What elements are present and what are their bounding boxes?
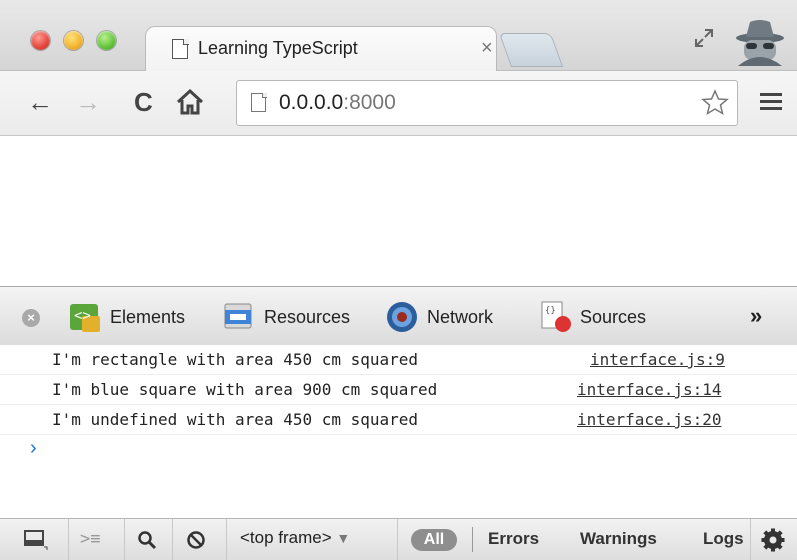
filter-logs[interactable]: Logs bbox=[703, 529, 745, 549]
console-panel[interactable]: I'm rectangle with area 450 cm squared i… bbox=[0, 345, 797, 517]
tab-network[interactable]: Network bbox=[385, 299, 493, 335]
console-message: I'm blue square with area 900 cm squared… bbox=[0, 375, 797, 405]
page-icon bbox=[251, 92, 267, 112]
devtools-statusbar: >≡ <top frame> ▼ All Errors Warnings Log… bbox=[0, 518, 797, 560]
reload-icon[interactable]: C bbox=[134, 89, 153, 115]
address-bar[interactable]: 0.0.0.0:8000 bbox=[236, 80, 738, 126]
filter-errors[interactable]: Errors bbox=[488, 529, 539, 549]
back-icon[interactable]: ← bbox=[27, 89, 53, 115]
tab-label: Elements bbox=[110, 306, 186, 327]
window-titlebar: Learning TypeScript × bbox=[0, 0, 797, 73]
tab-elements[interactable]: <> Elements bbox=[68, 299, 185, 335]
page-content bbox=[0, 136, 797, 285]
source-link[interactable]: interface.js:20 bbox=[577, 410, 722, 429]
source-link[interactable]: interface.js:9 bbox=[590, 350, 725, 369]
frame-selector[interactable]: <top frame> ▼ bbox=[240, 528, 350, 548]
tab-resources[interactable]: Resources bbox=[222, 299, 350, 335]
settings-gear-icon[interactable] bbox=[760, 528, 786, 552]
elements-icon: <> bbox=[70, 304, 100, 332]
console-message-text: I'm rectangle with area 450 cm squared bbox=[52, 350, 419, 369]
minimize-window-button[interactable] bbox=[64, 31, 83, 50]
source-link[interactable]: interface.js:14 bbox=[577, 380, 722, 399]
tab-label: Network bbox=[427, 306, 494, 327]
search-icon[interactable] bbox=[137, 530, 157, 550]
console-message: I'm rectangle with area 450 cm squared i… bbox=[0, 345, 797, 375]
console-prompt[interactable]: › bbox=[30, 437, 37, 460]
tab-title: Learning TypeScript bbox=[198, 38, 358, 58]
new-tab-button[interactable] bbox=[498, 33, 564, 67]
more-tabs-button[interactable]: » bbox=[750, 303, 762, 329]
console-message-text: I'm blue square with area 900 cm squared bbox=[52, 380, 438, 399]
svg-text:{}: {} bbox=[545, 306, 556, 316]
browser-tab[interactable]: Learning TypeScript × bbox=[145, 26, 497, 73]
dock-icon[interactable] bbox=[24, 530, 48, 550]
page-icon bbox=[172, 39, 188, 59]
clear-console-icon[interactable] bbox=[186, 530, 206, 550]
url-text[interactable]: 0.0.0.0:8000 bbox=[279, 91, 396, 115]
svg-text:<>: <> bbox=[74, 308, 91, 324]
console-message-text: I'm undefined with area 450 cm squared bbox=[52, 410, 419, 429]
home-icon[interactable] bbox=[176, 89, 204, 115]
resources-icon bbox=[224, 303, 252, 329]
devtools-close-button[interactable]: × bbox=[22, 309, 40, 327]
fullscreen-icon[interactable] bbox=[694, 28, 714, 48]
devtools-toolbar: × <> Elements Resources Network {} Sourc… bbox=[0, 286, 797, 346]
console-message: I'm undefined with area 450 cm squared i… bbox=[0, 405, 797, 435]
close-window-button[interactable] bbox=[31, 31, 50, 50]
incognito-icon bbox=[736, 20, 784, 66]
bookmark-star-icon[interactable] bbox=[700, 88, 730, 118]
tab-close-button[interactable]: × bbox=[481, 37, 493, 60]
forward-icon[interactable]: → bbox=[75, 89, 101, 115]
chevron-down-icon: ▼ bbox=[336, 530, 351, 546]
tab-sources[interactable]: {} Sources bbox=[538, 299, 646, 335]
browser-toolbar: ← → C 0.0.0.0:8000 bbox=[0, 71, 797, 136]
console-drawer-icon[interactable]: >≡ bbox=[80, 529, 100, 549]
tab-label: Sources bbox=[580, 306, 647, 327]
sources-icon: {} bbox=[541, 301, 571, 332]
menu-icon[interactable] bbox=[760, 93, 782, 111]
filter-all[interactable]: All bbox=[411, 529, 457, 551]
tab-label: Resources bbox=[264, 306, 351, 327]
network-icon bbox=[387, 302, 417, 332]
filter-warnings[interactable]: Warnings bbox=[580, 529, 657, 549]
zoom-window-button[interactable] bbox=[97, 31, 116, 50]
